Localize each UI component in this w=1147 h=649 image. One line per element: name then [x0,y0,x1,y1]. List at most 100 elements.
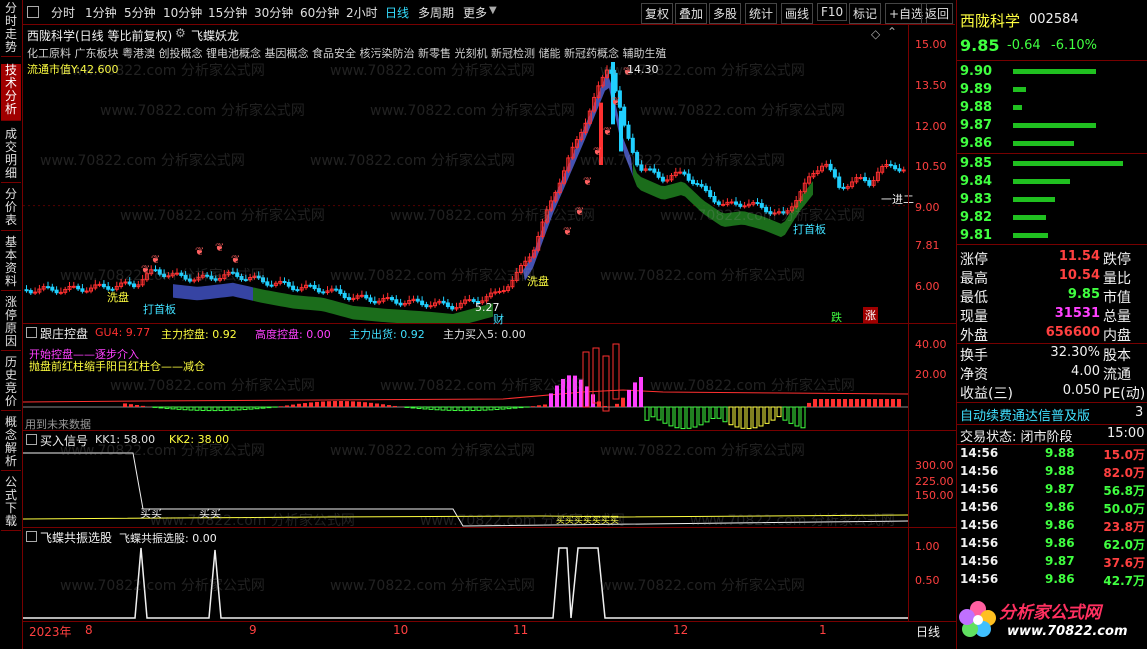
chevron-up-icon[interactable]: ⌃ [887,25,897,39]
tab-basic-info[interactable]: 基本资料 [1,236,21,291]
control-bar [141,405,145,407]
tab-trade-detail[interactable]: 成交明细 [1,128,21,183]
period-2hour[interactable]: 2小时 [346,4,378,21]
period-multi[interactable]: 多周期 [418,4,454,21]
tab-formula-download[interactable]: 公式下载 [1,476,21,531]
multi-stock-button[interactable]: 多股 [709,3,742,24]
chevron-down-icon[interactable]: ▼ [489,5,497,16]
settings-icon[interactable]: ⚙ [175,26,186,40]
price-tick: 6.00 [915,280,940,293]
control-bar [363,402,367,407]
panel4-title[interactable]: 飞蝶共振选股 [40,529,112,546]
control-bar [800,406,806,429]
price-tick: 13.50 [915,79,947,92]
panel-checkbox-icon[interactable] [26,434,37,445]
panel2-value: 高度控盘: 0.00 [255,328,331,341]
quote-value: 656600 [1045,325,1100,340]
control-bar [621,397,625,407]
candle-body [76,285,81,290]
control-bar [722,406,728,423]
mark-button[interactable]: 标记 [849,3,882,24]
control-bar [873,399,877,407]
tick-time: 14:56 [960,536,999,550]
candle-body [334,288,339,291]
quote-value: 9.85 [1067,287,1100,302]
quote-label: PE(动) [1103,386,1146,402]
panel4-value: 飞蝶共振选股: 0.00 [119,532,217,545]
candle-body [71,285,76,288]
quote-label: 股本 [1103,348,1131,364]
control-bar [531,406,535,407]
control-bar [662,406,668,424]
candle-body [269,284,274,287]
quote-value: 0.050 [1062,383,1100,398]
bid-volume-bar [1013,197,1055,202]
tab-limit-reason[interactable]: 涨停原因 [1,296,21,351]
tick-volume: 50.0万 [1103,502,1145,516]
candle-body [415,298,420,302]
panel-checkbox-icon[interactable] [26,531,37,542]
control-bar [158,406,164,409]
tick-volume: 42.7万 [1103,574,1145,588]
period-30min[interactable]: 30分钟 [254,4,293,21]
tab-history-auction[interactable]: 历史竞价 [1,356,21,411]
watermark-text: www.70822.com 分析家公式网 [330,63,535,79]
first-board-label: 打首板 [143,303,176,316]
quote-panel: 西陇科学 002584 9.85 -0.64 -6.10% 自动续费通达信普及版… [956,0,1147,649]
control-bar [333,401,337,407]
tick-volume: 15.0万 [1103,448,1145,462]
tab-intraday[interactable]: 分时走势 [1,2,21,57]
price-axis: 15.00 13.50 12.00 10.50 9.00 7.81 6.00 [908,25,956,324]
price-tick: 7.81 [915,239,940,252]
indicator-name[interactable]: 飞蝶妖龙 [191,27,239,44]
panel2-title[interactable]: 跟庄控盘 [40,325,88,342]
candle-body [497,290,502,293]
f10-button[interactable]: F10 [817,3,848,21]
period-daily[interactable]: 日线 [385,4,409,21]
period-5min[interactable]: 5分钟 [124,4,156,21]
candle-body [832,169,837,178]
control-bar [230,406,236,411]
fuquan-button[interactable]: 复权 [641,3,674,24]
period-fenshi[interactable]: 分时 [51,4,75,21]
period-10min[interactable]: 10分钟 [163,4,202,21]
period-15min[interactable]: 15分钟 [208,4,247,21]
tab-concept-analysis[interactable]: 概念解析 [1,416,21,471]
tab-technical-analysis[interactable]: 技术分析 [1,64,21,121]
tick-volume: 82.0万 [1103,466,1145,480]
watermark-text: www.70822.com 分析家公式网 [330,443,535,459]
control-bar [585,386,589,407]
watermark-text: www.70822.com 分析家公式网 [60,443,265,459]
period-1min[interactable]: 1分钟 [85,4,117,21]
period-more[interactable]: 更多 [463,4,487,21]
logo-text: 分析家公式网 [999,603,1101,623]
diamond-icon[interactable]: ◇ [871,27,880,41]
panel-checkbox-icon[interactable] [26,327,37,338]
quote-label: 收益(三) [960,386,1013,402]
candle-body [84,290,89,293]
period-60min[interactable]: 60分钟 [300,4,339,21]
watermark-text: www.70822.com 分析家公式网 [390,208,595,224]
stock-code: 002584 [1029,12,1079,27]
stats-button[interactable]: 统计 [745,3,778,24]
back-button[interactable]: 返回 [921,3,954,24]
candle-body [901,169,906,172]
control-bar [861,399,865,407]
future-data-note: 用到未来数据 [25,418,91,431]
watermark-text: www.70822.com 分析家公式网 [120,208,325,224]
quote-label: 涨停 [960,252,988,268]
tick-volume: 56.8万 [1103,484,1145,498]
ad-banner[interactable]: 自动续费通达信普及版 [960,405,1090,424]
quote-label: 流通 [1103,367,1131,383]
checkbox-icon[interactable] [27,6,39,18]
control-bar [446,406,452,411]
watermark-text: www.70822.com 分析家公式网 [60,63,265,79]
control-bar [321,401,325,407]
control-bar [813,399,817,407]
overlay-button[interactable]: 叠加 [675,3,708,24]
draw-line-button[interactable]: 画线 [781,3,814,24]
tick-price: 9.87 [1045,554,1075,568]
tab-price-table[interactable]: 分价表 [1,188,21,231]
quote-label: 市值 [1103,290,1131,306]
control-bar [885,399,889,407]
